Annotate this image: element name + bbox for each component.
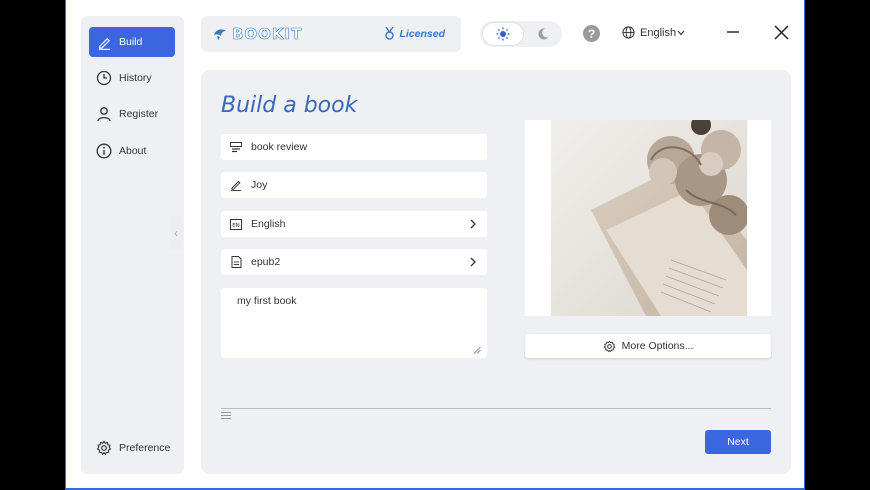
- next-button[interactable]: Next: [705, 430, 771, 454]
- format-field[interactable]: epub2: [221, 249, 487, 275]
- list-icon[interactable]: [221, 411, 231, 421]
- cover-image: [551, 120, 747, 316]
- info-icon: [91, 143, 117, 159]
- title-value: book review: [251, 141, 308, 153]
- author-value: Joy: [251, 179, 268, 191]
- more-options-label: More Options...: [621, 340, 694, 352]
- close-button[interactable]: [771, 22, 791, 42]
- close-icon: [773, 24, 789, 40]
- gear-icon: [91, 440, 117, 456]
- dark-theme-option[interactable]: [530, 24, 556, 44]
- user-icon: [91, 106, 117, 122]
- language-value: English: [251, 218, 286, 230]
- file-format-icon: [229, 255, 243, 269]
- theme-toggle[interactable]: [480, 21, 562, 47]
- chevron-down-icon: [677, 30, 685, 35]
- sidebar-item-label: Build: [119, 36, 143, 48]
- sidebar-item-label: Preference: [119, 442, 171, 454]
- resize-grip-icon[interactable]: [473, 346, 481, 354]
- pen-icon: [91, 35, 117, 50]
- author-field[interactable]: Joy: [221, 172, 487, 198]
- sidebar-item-label: About: [119, 145, 147, 157]
- sidebar-item-build[interactable]: Build: [89, 27, 175, 57]
- sidebar-item-label: Register: [119, 108, 159, 120]
- more-options-button[interactable]: More Options...: [525, 334, 771, 358]
- globe-icon: [622, 26, 635, 39]
- app-header: BOOKIT Licensed: [201, 16, 461, 52]
- chevron-right-icon: [470, 257, 476, 267]
- chevron-right-icon: [470, 219, 476, 229]
- light-theme-option[interactable]: [483, 23, 523, 45]
- sun-icon: [496, 27, 510, 41]
- pen-icon: [229, 178, 243, 192]
- logo-text: BOOKIT: [232, 25, 303, 44]
- format-value: epub2: [251, 256, 281, 268]
- divider: [221, 408, 771, 409]
- clock-icon: [91, 70, 117, 86]
- app-logo: BOOKIT: [213, 25, 302, 43]
- language-label: English: [640, 26, 677, 39]
- sidebar-item-about[interactable]: About: [89, 136, 175, 166]
- moon-icon: [538, 28, 549, 40]
- build-panel: Build a book book review Joy EN English: [201, 70, 791, 474]
- minimize-button[interactable]: [723, 22, 743, 42]
- title-icon: [229, 140, 243, 154]
- chevron-left-icon: ‹: [174, 226, 178, 240]
- language-selector[interactable]: English: [622, 26, 685, 39]
- sidebar-collapse-handle[interactable]: ‹: [169, 216, 183, 250]
- language-field[interactable]: EN English: [221, 211, 487, 237]
- language-code-icon: EN: [229, 217, 243, 231]
- sidebar-item-label: History: [119, 72, 152, 84]
- sidebar-item-history[interactable]: History: [89, 63, 175, 93]
- help-button[interactable]: ?: [583, 25, 600, 42]
- page-title: Build a book: [221, 93, 358, 118]
- minimize-icon: [727, 31, 739, 33]
- cover-preview[interactable]: [525, 120, 771, 316]
- app-window: Build History Register About Preference: [65, 0, 805, 490]
- license-status: Licensed: [384, 27, 445, 40]
- sidebar-item-preference[interactable]: Preference: [89, 433, 175, 463]
- question-icon: ?: [587, 26, 596, 41]
- license-label: Licensed: [399, 27, 445, 40]
- sidebar-item-register[interactable]: Register: [89, 99, 175, 129]
- title-field[interactable]: book review: [221, 134, 487, 160]
- svg-text:EN: EN: [232, 223, 240, 229]
- gear-icon: [603, 339, 616, 352]
- description-textarea[interactable]: my first book: [221, 288, 487, 358]
- medal-icon: [385, 27, 395, 40]
- book-bird-icon: [214, 29, 226, 40]
- description-value: my first book: [237, 295, 297, 307]
